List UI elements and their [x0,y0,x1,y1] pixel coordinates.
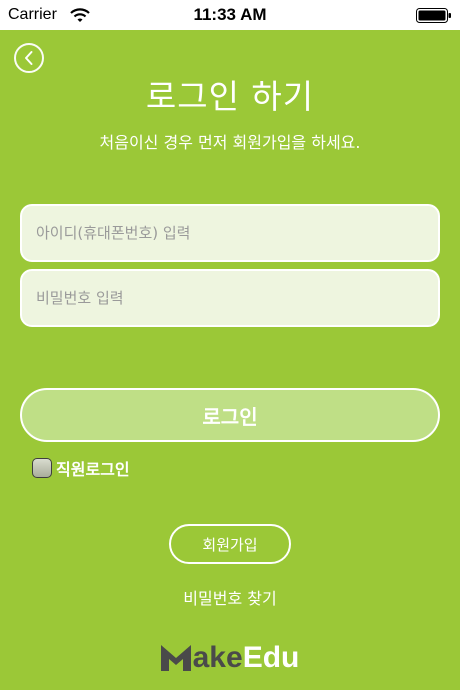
logo-m-icon [160,645,191,671]
logo-text: akeEdu [192,641,300,674]
id-input[interactable] [20,204,440,262]
staff-login-label: 직원로그인 [56,460,130,479]
staff-login-checkbox[interactable] [32,458,52,478]
back-button[interactable] [14,43,44,73]
signup-button[interactable]: 회원가입 [169,524,291,564]
makeedu-logo: akeEdu [0,641,460,675]
page-subtitle: 처음이신 경우 먼저 회원가입을 하세요. [99,133,361,152]
battery-icon [416,8,452,27]
staff-login-option[interactable]: 직원로그인 [32,456,130,480]
page-title: 로그인 하기 [145,77,315,116]
login-button[interactable]: 로그인 [20,388,440,442]
find-password-link[interactable]: 비밀번호 찾기 [0,585,460,609]
password-input[interactable] [20,269,440,327]
chevron-left-icon [25,51,33,65]
status-bar: Carrier 11:33 AM [0,0,460,30]
clock: 11:33 AM [193,5,267,24]
